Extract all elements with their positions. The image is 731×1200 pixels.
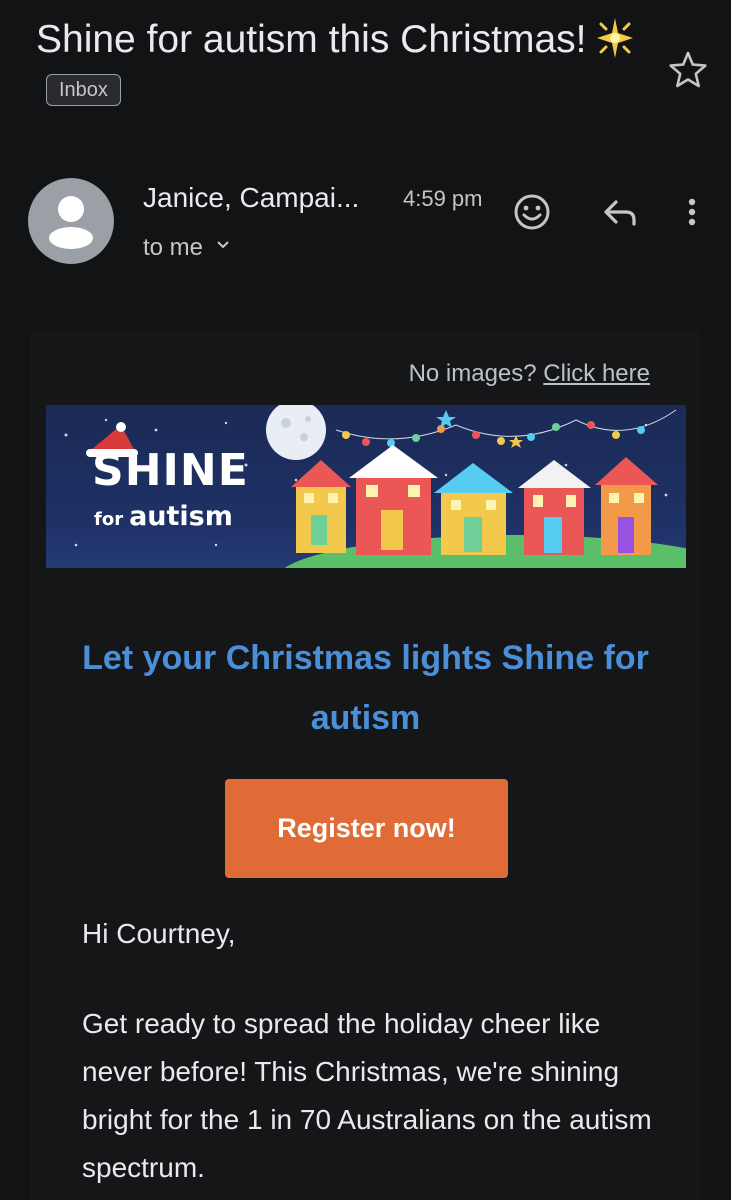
- reply-icon[interactable]: [598, 190, 642, 234]
- banner-logo-autism: autism: [129, 501, 233, 532]
- recipient-details-toggle[interactable]: to me: [143, 234, 231, 262]
- inbox-label-chip[interactable]: Inbox: [46, 74, 121, 106]
- more-vert-icon[interactable]: [670, 190, 714, 234]
- chevron-down-icon: [217, 241, 229, 249]
- click-here-link[interactable]: Click here: [543, 360, 650, 387]
- no-images-notice: No images? Click here: [409, 360, 650, 388]
- star-icon[interactable]: [668, 50, 708, 90]
- greeting: Hi Courtney,: [82, 918, 236, 949]
- subject-row: Shine for autism this Christmas! Inbox: [36, 14, 656, 118]
- banner-logo-shine: SHINE: [92, 445, 249, 496]
- add-reaction-icon[interactable]: [510, 190, 554, 234]
- sender-avatar[interactable]: [28, 178, 114, 264]
- banner-logo-for: for: [94, 509, 124, 530]
- sent-time: 4:59 pm: [403, 186, 483, 211]
- no-images-text: No images?: [408, 360, 537, 387]
- subject-text: Shine for autism this Christmas!: [36, 18, 587, 61]
- banner-logo-for-autism: for autism: [94, 501, 233, 532]
- body-paragraph: Get ready to spread the holiday cheer li…: [82, 1008, 652, 1183]
- email-content: No images? Click here SHINE for autism L…: [30, 330, 701, 1200]
- register-now-button[interactable]: Register now!: [225, 779, 508, 878]
- recipient-label: to me: [143, 234, 204, 261]
- shine-banner-image[interactable]: SHINE for autism: [46, 405, 686, 568]
- campaign-headline: Let your Christmas lights Shine for auti…: [82, 639, 649, 737]
- avatar-person-icon: [49, 196, 93, 249]
- email-subject: Shine for autism this Christmas! Inbox: [36, 14, 656, 118]
- message-header: Janice, Campai... 4:59 pm to me: [0, 178, 731, 278]
- sender-name[interactable]: Janice, Campai...: [143, 182, 359, 214]
- sparkle-icon: [596, 18, 633, 58]
